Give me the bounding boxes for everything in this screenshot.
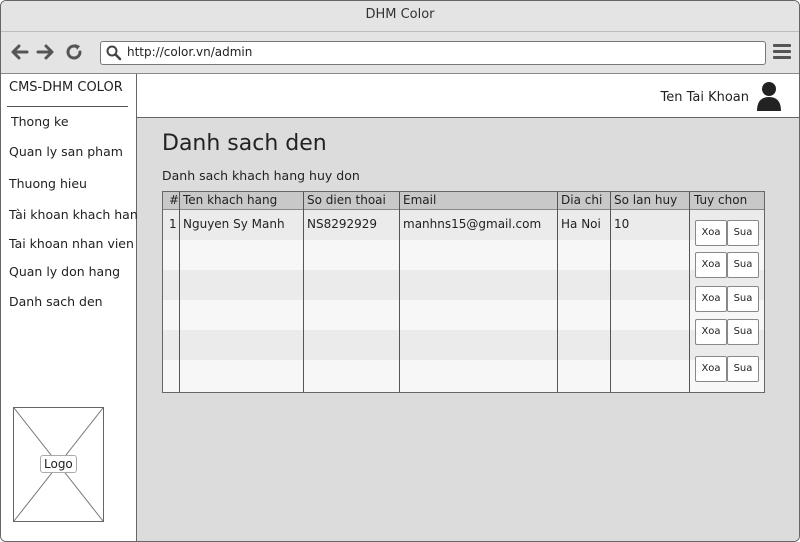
top-header: Ten Tai Khoan bbox=[137, 74, 799, 118]
sidebar: CMS-DHM COLOR Thong ke Quan ly san pham … bbox=[1, 74, 146, 541]
column-divider bbox=[303, 192, 304, 392]
column-divider bbox=[399, 192, 400, 392]
logo-placeholder: Logo bbox=[13, 407, 104, 522]
account-name[interactable]: Ten Tai Khoan bbox=[660, 90, 749, 105]
address-bar[interactable]: http://color.vn/admin bbox=[100, 41, 766, 65]
table-row-empty bbox=[163, 270, 764, 300]
nav-item-thong-ke[interactable]: Thong ke bbox=[11, 114, 69, 129]
nav-item-thuong-hieu[interactable]: Thuong hieu bbox=[9, 176, 87, 191]
column-header-options: Tuy chon bbox=[694, 193, 748, 207]
nav-item-quan-ly-san-pham[interactable]: Quan ly san pham bbox=[9, 144, 123, 159]
window-title: DHM Color bbox=[1, 1, 799, 32]
page-title: Danh sach den bbox=[162, 131, 327, 156]
nav-item-tai-khoan-khach-hang[interactable]: Tài khoan khach hang bbox=[9, 207, 146, 222]
delete-button[interactable]: Xoa bbox=[695, 252, 727, 278]
cell-number: 1 bbox=[169, 217, 177, 231]
edit-button[interactable]: Sua bbox=[727, 319, 759, 345]
column-divider bbox=[179, 192, 180, 392]
browser-toolbar: http://color.vn/admin bbox=[1, 32, 799, 74]
table-row-empty bbox=[163, 300, 764, 330]
cell-phone: NS8292929 bbox=[307, 217, 378, 231]
cell-email: manhns15@gmail.com bbox=[403, 217, 542, 231]
nav-item-quan-ly-don-hang[interactable]: Quan ly don hang bbox=[9, 264, 120, 279]
edit-button[interactable]: Sua bbox=[727, 220, 759, 246]
table-row-empty bbox=[163, 360, 764, 390]
edit-button[interactable]: Sua bbox=[727, 286, 759, 312]
cell-cancel-count: 10 bbox=[614, 217, 630, 231]
brand-title: CMS-DHM COLOR bbox=[9, 80, 123, 95]
delete-button[interactable]: Xoa bbox=[695, 319, 727, 345]
column-header-number: # bbox=[169, 193, 180, 207]
nav-item-danh-sach-den[interactable]: Danh sach den bbox=[9, 294, 103, 309]
main-content: Danh sach den Danh sach khach hang huy d… bbox=[137, 118, 799, 541]
forward-arrow-icon[interactable] bbox=[35, 42, 55, 62]
url-text: http://color.vn/admin bbox=[127, 45, 253, 59]
column-header-email: Email bbox=[403, 193, 437, 207]
table-subtitle: Danh sach khach hang huy don bbox=[162, 168, 360, 183]
hamburger-menu-icon[interactable] bbox=[773, 44, 791, 60]
edit-button[interactable]: Sua bbox=[727, 356, 759, 382]
delete-button[interactable]: Xoa bbox=[695, 286, 727, 312]
column-header-cancel-count: So lan huy bbox=[614, 193, 678, 207]
blacklist-table: # Ten khach hang So dien thoai Email Dia… bbox=[162, 191, 765, 393]
cell-address: Ha Noi bbox=[561, 217, 601, 231]
table-row-empty bbox=[163, 240, 764, 270]
back-arrow-icon[interactable] bbox=[10, 42, 30, 62]
column-header-name: Ten khach hang bbox=[183, 193, 278, 207]
logo-label: Logo bbox=[40, 455, 77, 473]
column-divider bbox=[689, 192, 690, 392]
search-icon bbox=[106, 45, 122, 61]
column-header-address: Dia chi bbox=[561, 193, 603, 207]
user-icon[interactable] bbox=[756, 81, 782, 111]
column-divider bbox=[610, 192, 611, 392]
edit-button[interactable]: Sua bbox=[727, 252, 759, 278]
nav-item-tai-khoan-nhan-vien[interactable]: Tai khoan nhan vien bbox=[9, 236, 134, 251]
delete-button[interactable]: Xoa bbox=[695, 220, 727, 246]
reload-icon[interactable] bbox=[64, 42, 84, 62]
column-divider bbox=[557, 192, 558, 392]
delete-button[interactable]: Xoa bbox=[695, 356, 727, 382]
column-header-phone: So dien thoai bbox=[307, 193, 386, 207]
cell-customer-name: Nguyen Sy Manh bbox=[183, 217, 285, 231]
browser-window: DHM Color http://color.vn/admin CMS-DHM … bbox=[0, 0, 800, 542]
brand-divider bbox=[7, 106, 128, 107]
table-row-empty bbox=[163, 330, 764, 360]
